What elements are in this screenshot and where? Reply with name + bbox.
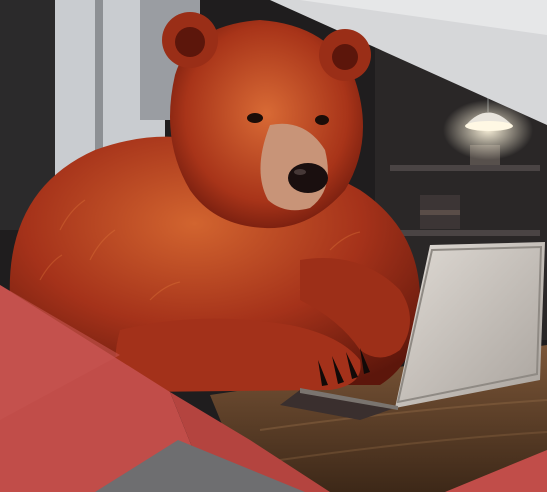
bear-nose [288, 163, 328, 193]
shelf [390, 165, 540, 171]
shelf [390, 230, 540, 236]
bear-working-on-laptop-illustration [0, 0, 547, 492]
bear-eye-right [315, 115, 329, 125]
hero-image [0, 0, 547, 492]
bear-eye-left [247, 113, 263, 123]
